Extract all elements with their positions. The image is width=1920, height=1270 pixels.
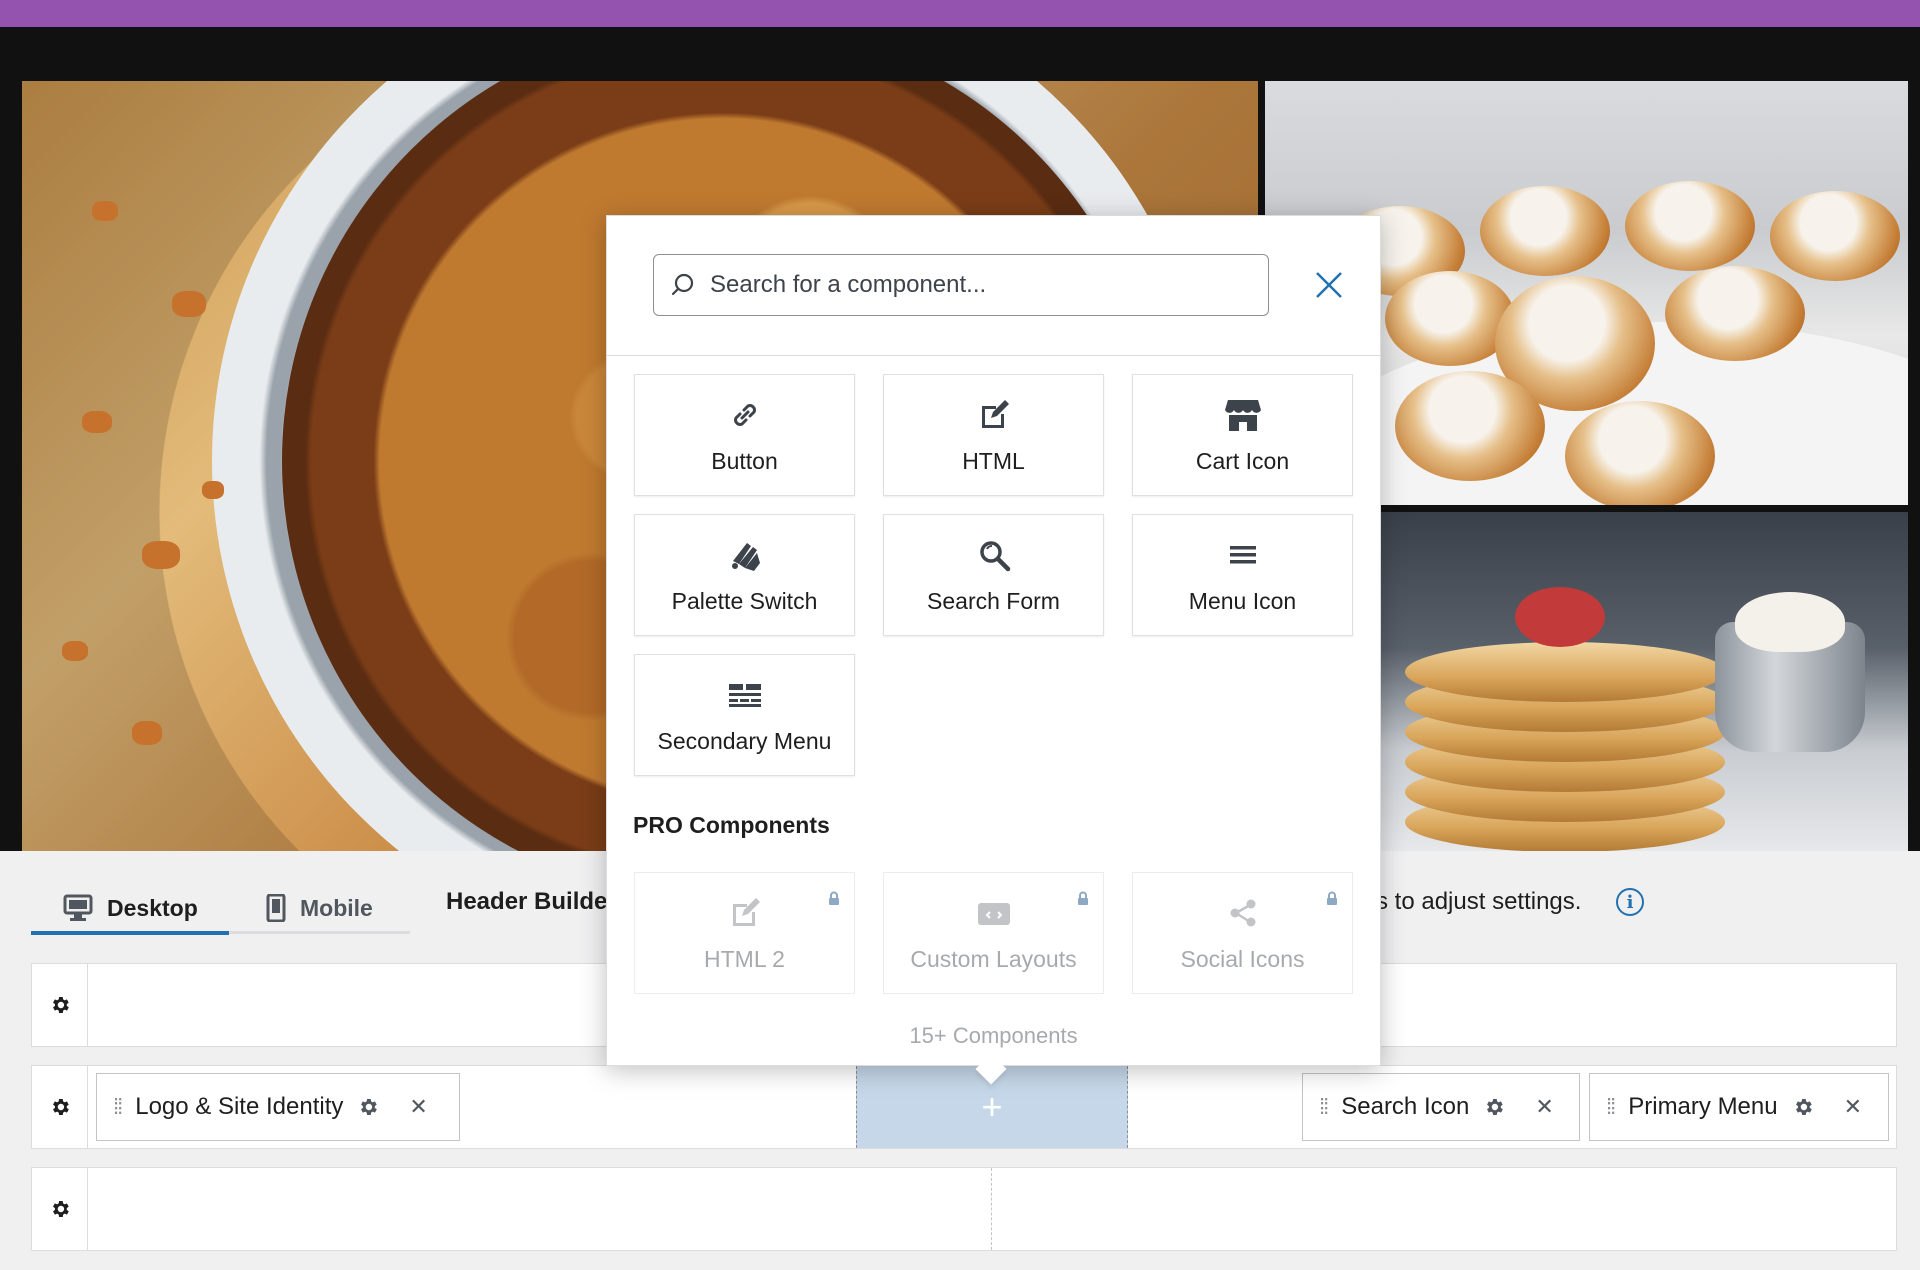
close-icon[interactable]: ✕ xyxy=(409,1094,427,1120)
gear-icon[interactable] xyxy=(1483,1096,1505,1118)
card-label: HTML xyxy=(962,447,1025,474)
gear-icon[interactable] xyxy=(1792,1096,1814,1118)
chip-label: Logo & Site Identity xyxy=(135,1093,344,1120)
row-settings-button[interactable] xyxy=(32,1066,88,1148)
card-label: Menu Icon xyxy=(1188,587,1297,614)
secondary-menu-icon xyxy=(727,676,763,714)
store-icon xyxy=(1224,396,1262,434)
edit-icon xyxy=(728,894,762,932)
component-card-html[interactable]: HTML xyxy=(883,374,1104,496)
card-label: Palette Switch xyxy=(671,587,818,614)
search-input[interactable] xyxy=(710,271,1240,299)
tab-desktop[interactable]: Desktop xyxy=(63,880,198,936)
gear-icon xyxy=(52,997,69,1013)
share-icon xyxy=(1227,894,1259,932)
card-label: Cart Icon xyxy=(1195,447,1290,474)
lock-icon xyxy=(828,885,840,912)
picker-divider xyxy=(607,355,1380,356)
gear-icon xyxy=(52,1201,69,1217)
card-label: HTML 2 xyxy=(704,945,785,972)
component-card-palette-switch[interactable]: Palette Switch xyxy=(634,514,855,636)
component-card-cart-icon[interactable]: Cart Icon xyxy=(1132,374,1353,496)
pro-components-heading: PRO Components xyxy=(633,812,830,838)
component-card-button[interactable]: Button xyxy=(634,374,855,496)
menu-icon xyxy=(1228,536,1258,574)
more-components-link[interactable]: 15+ Components xyxy=(606,1023,1381,1049)
gear-icon[interactable] xyxy=(357,1096,379,1118)
close-icon[interactable]: ✕ xyxy=(1535,1094,1553,1120)
plus-icon: + xyxy=(981,1086,1003,1127)
card-label: Secondary Menu xyxy=(657,727,832,754)
row-settings-button[interactable] xyxy=(32,1168,88,1250)
header-row-bottom xyxy=(31,1167,1897,1251)
pro-component-card-html-2: HTML 2 xyxy=(634,872,855,994)
close-icon xyxy=(1316,272,1342,298)
row-settings-button[interactable] xyxy=(32,964,88,1046)
component-search-field[interactable] xyxy=(653,254,1269,316)
link-icon xyxy=(728,396,762,434)
hint-text: s to adjust settings. xyxy=(1376,888,1582,915)
edit-icon xyxy=(977,396,1011,434)
drag-handle-icon[interactable]: ⁞⁞ xyxy=(1606,1094,1616,1120)
card-label: Custom Layouts xyxy=(910,945,1077,972)
drag-handle-icon[interactable]: ⁞⁞ xyxy=(1319,1094,1329,1120)
pro-component-card-custom-layouts: Custom Layouts xyxy=(883,872,1104,994)
component-card-secondary-menu[interactable]: Secondary Menu xyxy=(634,654,855,776)
row-divider xyxy=(991,1168,992,1250)
card-label: Button xyxy=(711,447,778,474)
chip-label: Search Icon xyxy=(1341,1093,1470,1120)
pro-component-card-social-icons: Social Icons xyxy=(1132,872,1353,994)
tab-label: Mobile xyxy=(300,894,373,921)
top-bar xyxy=(0,0,1920,27)
component-chip-logo[interactable]: ⁞⁞ Logo & Site Identity ✕ xyxy=(96,1073,460,1141)
lock-icon xyxy=(1326,885,1338,912)
mobile-icon xyxy=(266,894,286,922)
component-chip-primary-menu[interactable]: ⁞⁞ Primary Menu ✕ xyxy=(1589,1073,1889,1141)
lock-icon xyxy=(1077,885,1089,912)
tab-label: Desktop xyxy=(107,894,198,921)
gear-icon xyxy=(52,1099,69,1115)
tab-mobile[interactable]: Mobile xyxy=(266,880,373,936)
close-icon[interactable]: ✕ xyxy=(1844,1094,1862,1120)
card-label: Search Form xyxy=(927,587,1060,614)
component-card-menu-icon[interactable]: Menu Icon xyxy=(1132,514,1353,636)
search-icon xyxy=(977,536,1011,574)
layout-icon xyxy=(976,894,1012,932)
component-card-search-form[interactable]: Search Form xyxy=(883,514,1104,636)
info-icon[interactable]: i xyxy=(1616,888,1644,916)
palette-switch-icon xyxy=(727,536,763,574)
desktop-icon xyxy=(63,894,93,922)
chip-label: Primary Menu xyxy=(1628,1093,1778,1120)
card-label: Social Icons xyxy=(1180,945,1305,972)
close-picker-button[interactable] xyxy=(1310,266,1348,304)
drag-handle-icon[interactable]: ⁞⁞ xyxy=(113,1094,123,1120)
search-icon xyxy=(671,273,694,296)
component-chip-search-icon[interactable]: ⁞⁞ Search Icon ✕ xyxy=(1302,1073,1580,1141)
header-builder-title: Header Builde xyxy=(446,888,608,915)
